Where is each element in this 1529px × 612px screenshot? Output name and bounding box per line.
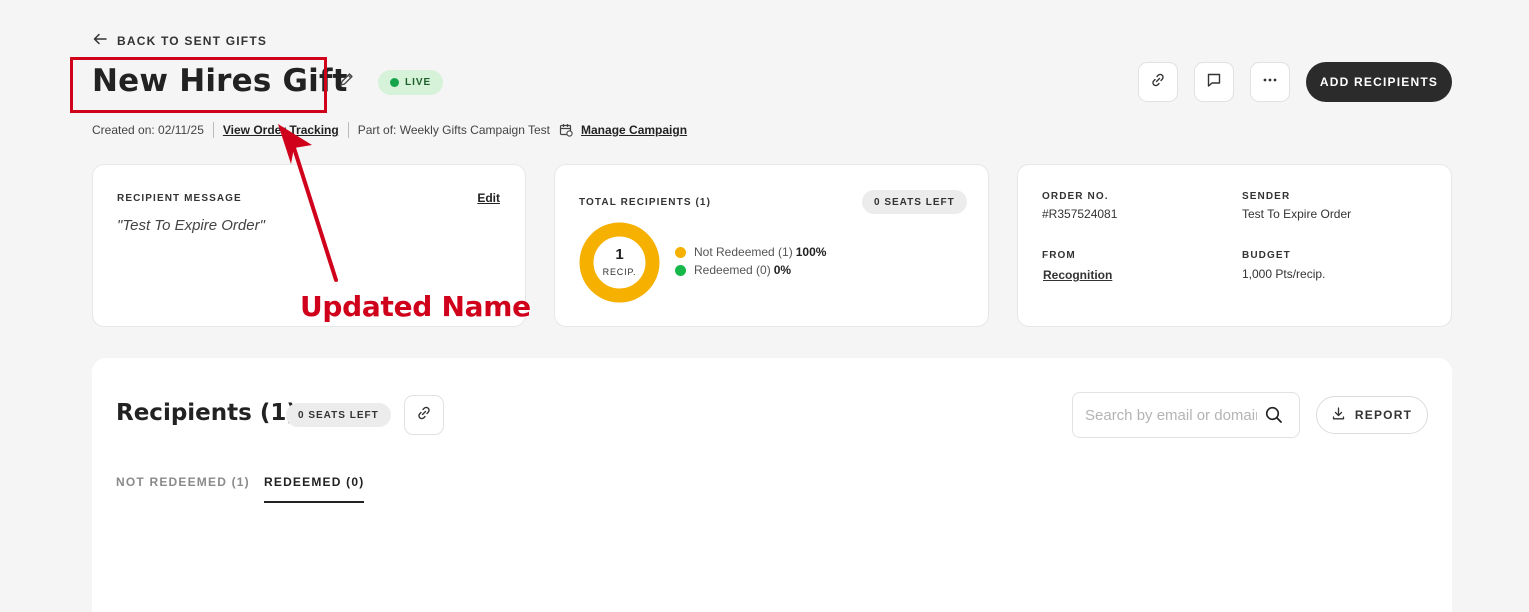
arrow-left-icon [93, 32, 107, 49]
link-icon [1150, 72, 1166, 93]
budget-value: 1,000 Pts/recip. [1242, 267, 1326, 281]
copy-link-button[interactable] [1138, 62, 1178, 102]
recipient-search[interactable] [1072, 392, 1300, 438]
legend-value: 0% [773, 263, 792, 277]
annotation-label: Updated Name [300, 290, 531, 323]
link-icon [416, 405, 432, 426]
donut-unit: RECIP. [602, 267, 637, 277]
recipients-link-button[interactable] [404, 395, 444, 435]
legend-label: Redeemed (0) [694, 263, 771, 277]
recipients-donut-chart: 1 RECIP. [579, 222, 660, 303]
campaign-part-of: Part of: Weekly Gifts Campaign Test [357, 123, 551, 137]
yellow-dot-icon [675, 246, 686, 258]
add-recipients-button[interactable]: ADD RECIPIENTS [1306, 62, 1452, 102]
order-no-label: ORDER NO. [1042, 191, 1109, 202]
gift-meta-row: Created on: 02/11/25 View Order Tracking… [92, 122, 687, 138]
donut-count: 1 [615, 246, 624, 263]
search-input[interactable] [1085, 406, 1257, 424]
recipient-message-text: "Test To Expire Order" [117, 217, 265, 234]
live-dot-icon [390, 78, 399, 87]
download-icon [1332, 407, 1345, 423]
status-label: LIVE [405, 77, 432, 88]
pencil-icon [339, 72, 354, 92]
manage-campaign-link[interactable]: Manage Campaign [581, 123, 687, 137]
report-label: REPORT [1354, 408, 1413, 422]
search-icon[interactable] [1265, 406, 1283, 424]
tab-redeemed[interactable]: REDEEMED (0) [264, 475, 365, 503]
more-horizontal-icon [1262, 72, 1278, 93]
order-details-card: ORDER NO. #R357524081 SENDER Test To Exp… [1017, 164, 1452, 327]
back-link-label: BACK TO SENT GIFTS [117, 33, 268, 48]
status-badge: LIVE [378, 70, 444, 95]
donut-legend: Not Redeemed (1) 100% Redeemed (0) 0% [675, 243, 826, 279]
created-date: Created on: 02/11/25 [92, 123, 204, 137]
recipient-message-label: RECIPIENT MESSAGE [117, 193, 242, 204]
total-recipients-card: TOTAL RECIPIENTS (1) 0 SEATS LEFT 1 RECI… [554, 164, 989, 327]
edit-message-link[interactable]: Edit [477, 191, 500, 205]
seats-left-badge: 0 SEATS LEFT [862, 190, 967, 214]
calendar-sync-icon [559, 123, 573, 137]
from-label: FROM [1042, 250, 1076, 261]
from-link[interactable]: Recognition [1043, 268, 1112, 282]
annotation-arrow [278, 124, 338, 282]
edit-title-button[interactable] [334, 70, 358, 94]
sender-value: Test To Expire Order [1242, 207, 1352, 221]
comment-icon [1206, 72, 1222, 93]
order-no-value: #R357524081 [1042, 207, 1118, 221]
legend-redeemed: Redeemed (0) 0% [675, 261, 826, 279]
more-options-button[interactable] [1250, 62, 1290, 102]
back-to-sent-gifts-link[interactable]: BACK TO SENT GIFTS [93, 32, 267, 49]
recipients-title: Recipients (1) [116, 400, 297, 426]
legend-label: Not Redeemed (1) [694, 245, 793, 259]
comment-button[interactable] [1194, 62, 1234, 102]
total-recipients-label: TOTAL RECIPIENTS (1) [579, 197, 712, 208]
divider [212, 122, 214, 138]
sender-label: SENDER [1242, 191, 1291, 202]
annotation-highlight-box [70, 57, 327, 113]
legend-value: 100% [795, 245, 827, 259]
tab-not-redeemed[interactable]: NOT REDEEMED (1) [116, 475, 250, 489]
download-report-button[interactable]: REPORT [1316, 396, 1428, 434]
budget-label: BUDGET [1242, 250, 1291, 261]
recipients-seats-left-badge: 0 SEATS LEFT [286, 403, 391, 427]
legend-not-redeemed: Not Redeemed (1) 100% [675, 243, 826, 261]
green-dot-icon [675, 264, 686, 276]
